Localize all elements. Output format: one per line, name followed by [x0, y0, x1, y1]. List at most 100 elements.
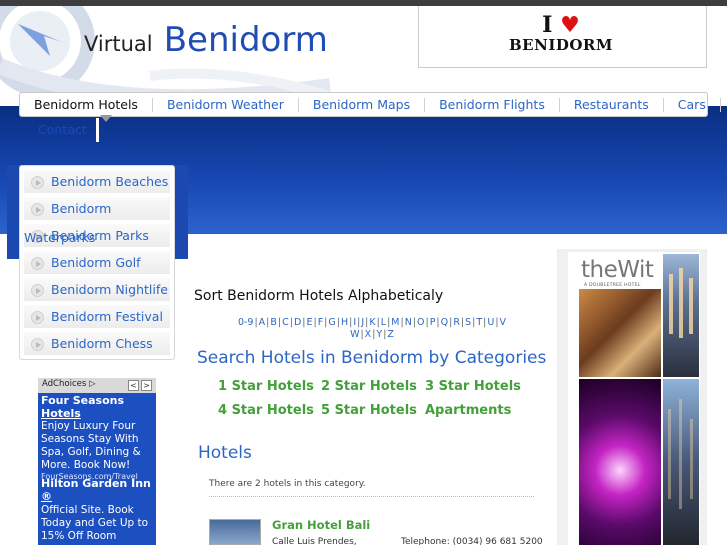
alpha-link[interactable]: P [430, 317, 436, 328]
alpha-link[interactable]: Q [441, 317, 448, 328]
alpha-link[interactable]: Z [387, 329, 394, 340]
ad-photo-interior [579, 379, 661, 545]
hotel-name[interactable]: Gran Hotel Bali [272, 518, 370, 532]
ad1-body-line: Enjoy Luxury Four [41, 420, 136, 432]
i-love-benidorm-logo: I ♥ BENIDORM [501, 14, 621, 54]
nav-item-cars[interactable]: Cars [664, 97, 721, 112]
adchoices-bar: AdChoices ▷ < > [38, 378, 156, 393]
ad2-body-line: 15% Off Room [41, 530, 117, 542]
main-nav: Benidorm Hotels Benidorm Weather Benidor… [19, 92, 721, 122]
alpha-link[interactable]: M [391, 317, 399, 328]
sidebar-item-nightlife[interactable]: Benidorm Nightlife [24, 278, 170, 302]
ad-photo-city [663, 379, 699, 545]
header: Virtual Benidorm I ♥ BENIDORM [0, 6, 727, 106]
ad2-title-line1[interactable]: Hilton Garden Inn [41, 477, 151, 490]
ad1-body-line: Spa, Golf, Dining & [41, 446, 141, 458]
divider [209, 496, 534, 497]
alpha-separator: | [254, 317, 258, 328]
alpha-link[interactable]: O [417, 317, 424, 328]
alpha-link[interactable]: X [365, 329, 372, 340]
hotel-telephone: Telephone: (0034) 96 681 5200 [401, 537, 543, 545]
sidebar-item-waterparks[interactable]: Benidorm [24, 197, 170, 221]
adchoices-icon: ▷ [88, 379, 96, 389]
alpha-link[interactable]: L [381, 317, 386, 328]
site-title-main: Benidorm [163, 20, 328, 60]
hotels-count: There are 2 hotels in this category. [209, 479, 366, 489]
category-apartments[interactable]: Apartments [425, 403, 511, 418]
play-arrow-icon [31, 284, 44, 297]
category-3-star[interactable]: 3 Star Hotels [425, 379, 521, 394]
ad-prev-button[interactable]: < [128, 380, 139, 391]
alpha-link[interactable]: E [306, 317, 312, 328]
alpha-link[interactable]: B [270, 317, 277, 328]
alpha-link[interactable]: I [353, 317, 356, 328]
alpha-separator: | [412, 317, 416, 328]
categories-title: Search Hotels in Benidorm by Categories [197, 348, 547, 368]
alpha-separator: | [289, 317, 293, 328]
alpha-separator: | [277, 317, 282, 328]
alpha-link[interactable]: R [453, 317, 460, 328]
alpha-link[interactable]: H [341, 317, 348, 328]
nav-item-restaurants[interactable]: Restaurants [560, 97, 664, 112]
play-arrow-icon [31, 176, 44, 189]
alpha-separator: | [357, 317, 361, 328]
alpha-link[interactable]: W [350, 329, 359, 340]
sidebar-item-label: Benidorm Nightlife [51, 282, 168, 297]
alpha-link[interactable]: S [465, 317, 471, 328]
category-4-star[interactable]: 4 Star Hotels [218, 403, 314, 418]
alpha-separator: | [449, 317, 453, 328]
alpha-link[interactable]: F [318, 317, 323, 328]
alpha-link[interactable]: V [500, 317, 507, 328]
nav-item-maps[interactable]: Benidorm Maps [299, 97, 426, 112]
nav-item-hotels[interactable]: Benidorm Hotels [20, 97, 153, 112]
sidebar-item-label: Benidorm Golf [51, 255, 141, 270]
i-love-benidorm-banner[interactable]: I ♥ BENIDORM [418, 6, 707, 68]
ad1-title-line1[interactable]: Four Seasons [41, 394, 124, 407]
sidebar-item-festival[interactable]: Benidorm Festival [24, 305, 170, 329]
alpha-link[interactable]: C [282, 317, 289, 328]
alpha-link[interactable]: G [328, 317, 335, 328]
alpha-separator: | [365, 317, 369, 328]
alpha-separator: | [336, 317, 340, 328]
hotels-title: Hotels [198, 443, 252, 463]
alpha-link[interactable]: Y [376, 329, 382, 340]
sidebar-item-chess[interactable]: Benidorm Chess [24, 332, 170, 356]
nav-item-weather[interactable]: Benidorm Weather [153, 97, 299, 112]
heart-icon: ♥ [560, 12, 580, 38]
alpha-separator: | [324, 317, 328, 328]
category-1-star[interactable]: 1 Star Hotels [218, 379, 314, 394]
nav-item-contact[interactable]: Contact [38, 122, 87, 137]
alpha-separator: | [376, 317, 380, 328]
alpha-link[interactable]: D [294, 317, 301, 328]
alpha-link[interactable]: U [487, 317, 494, 328]
adchoices-label[interactable]: AdChoices ▷ [42, 379, 96, 389]
alpha-link[interactable]: T [476, 317, 482, 328]
nav-divider [96, 118, 99, 142]
sidebar-item-beaches[interactable]: Benidorm Beaches [24, 170, 170, 194]
alpha-link[interactable]: N [405, 317, 412, 328]
alpha-link[interactable]: 0-9 [238, 317, 254, 328]
play-arrow-icon [31, 203, 44, 216]
ad2-title-line2[interactable]: ® [41, 490, 52, 503]
alpha-separator: | [302, 317, 306, 328]
love-logo-i: I [542, 12, 553, 38]
alpha-separator: | [360, 329, 364, 340]
sort-title: Sort Benidorm Hotels Alphabeticaly [194, 288, 444, 304]
sidebar-item-golf[interactable]: Benidorm Golf [24, 251, 170, 275]
sidebar-overflow-text[interactable]: Waterparks [24, 230, 95, 245]
site-title[interactable]: Virtual Benidorm [84, 20, 328, 60]
ad1-title-line2[interactable]: Hotels [41, 407, 81, 420]
ad-brand: theWit [581, 257, 654, 283]
alpha-separator: | [266, 317, 270, 328]
alpha-link[interactable]: J [361, 317, 364, 328]
alpha-separator: | [372, 329, 376, 340]
alpha-link[interactable]: A [259, 317, 266, 328]
hotel-thumbnail[interactable] [209, 519, 261, 545]
ad-next-button[interactable]: > [141, 380, 152, 391]
category-2-star[interactable]: 2 Star Hotels [321, 379, 417, 394]
category-5-star[interactable]: 5 Star Hotels [321, 403, 417, 418]
alpha-separator: | [460, 317, 465, 328]
hotel-address: Calle Luis Prendes, [272, 537, 357, 545]
nav-item-flights[interactable]: Benidorm Flights [425, 97, 560, 112]
alpha-link[interactable]: K [369, 317, 375, 328]
